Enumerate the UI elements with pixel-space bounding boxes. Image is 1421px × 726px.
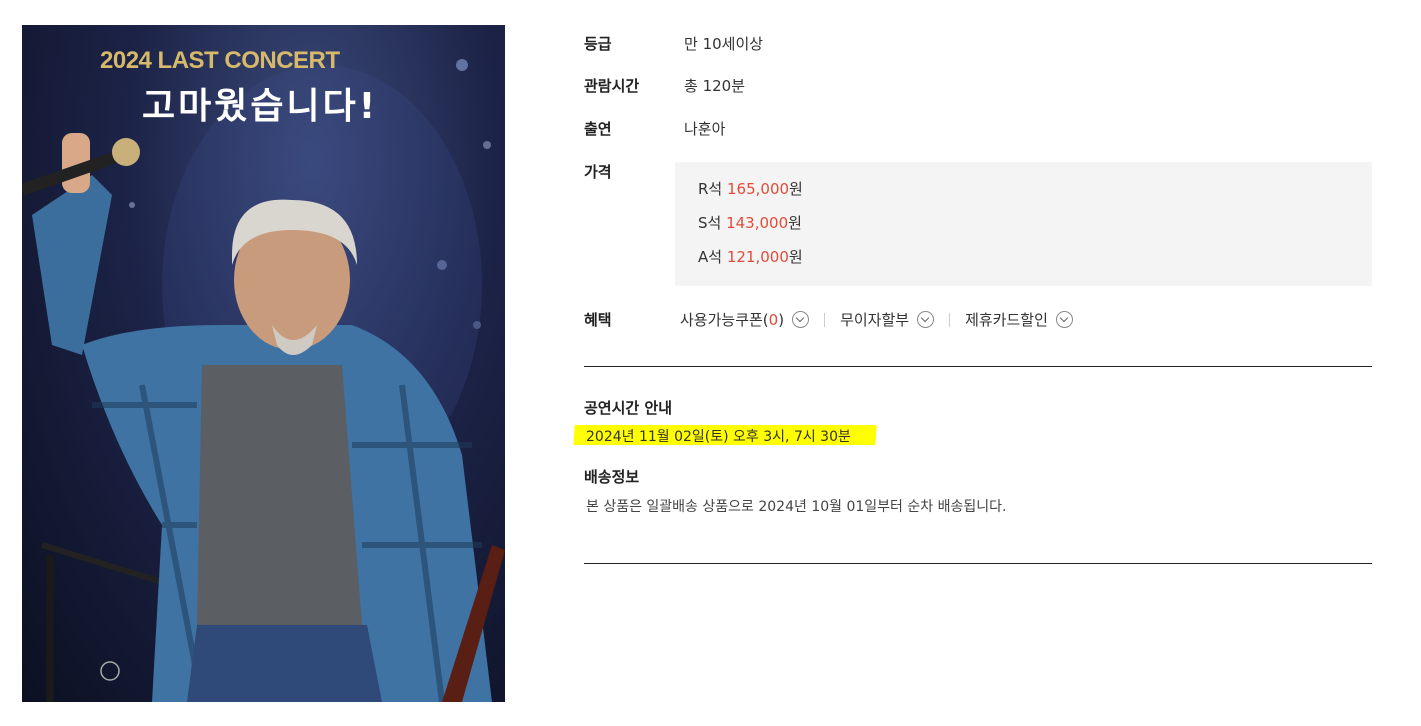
shipping-title: 배송정보 [584, 468, 640, 486]
coupon-text-end: ) [778, 310, 785, 329]
chevron-down-icon [917, 311, 935, 328]
shipping-text: 본 상품은 일괄배송 상품으로 2024년 10월 01일부터 순차 배송됩니다… [586, 499, 1007, 515]
divider-line [584, 366, 1372, 367]
installment-text: 무이자할부 [840, 311, 910, 329]
coupon-count: 0 [768, 310, 779, 329]
price-s: S석 143,000원 [698, 214, 802, 232]
rating-label: 등급 [584, 35, 612, 53]
card-discount-toggle[interactable]: 제휴카드할인 [965, 309, 1073, 330]
divider [949, 312, 951, 327]
price-label: 가격 [584, 163, 612, 181]
coupon-text: 사용가능쿠폰( [680, 311, 769, 329]
runtime-label: 관람시간 [584, 77, 640, 95]
chevron-down-icon [792, 311, 810, 328]
installment-toggle[interactable]: 무이자할부 [840, 309, 935, 330]
price-box: R석 165,000원 S석 143,000원 A석 121,000원 [675, 162, 1372, 286]
benefit-label: 혜택 [584, 311, 612, 329]
coupon-toggle[interactable]: 사용가능쿠폰(0) [680, 309, 810, 330]
schedule-text: 2024년 11월 02일(토) 오후 3시, 7시 30분 [586, 429, 851, 445]
chevron-down-icon [1055, 311, 1073, 328]
price-r: R석 165,000원 [698, 180, 803, 198]
price-a: A석 121,000원 [698, 248, 803, 266]
poster-title-en: 2024 LAST CONCERT [100, 47, 340, 74]
rating-value: 만 10세이상 [684, 35, 764, 53]
concert-poster: 2024 LAST CONCERT 고마웠습니다! [22, 25, 505, 702]
divider [824, 312, 826, 327]
schedule-title: 공연시간 안내 [584, 399, 673, 417]
card-discount-text: 제휴카드할인 [965, 311, 1048, 329]
cast-value: 나훈아 [684, 120, 726, 138]
poster-title-ko: 고마웠습니다! [142, 86, 379, 127]
runtime-value: 총 120분 [684, 77, 745, 95]
cast-label: 출연 [584, 120, 612, 138]
divider-line-bottom [584, 563, 1372, 564]
benefit-list: 사용가능쿠폰(0) 무이자할부 제휴카드할인 [680, 309, 1073, 330]
